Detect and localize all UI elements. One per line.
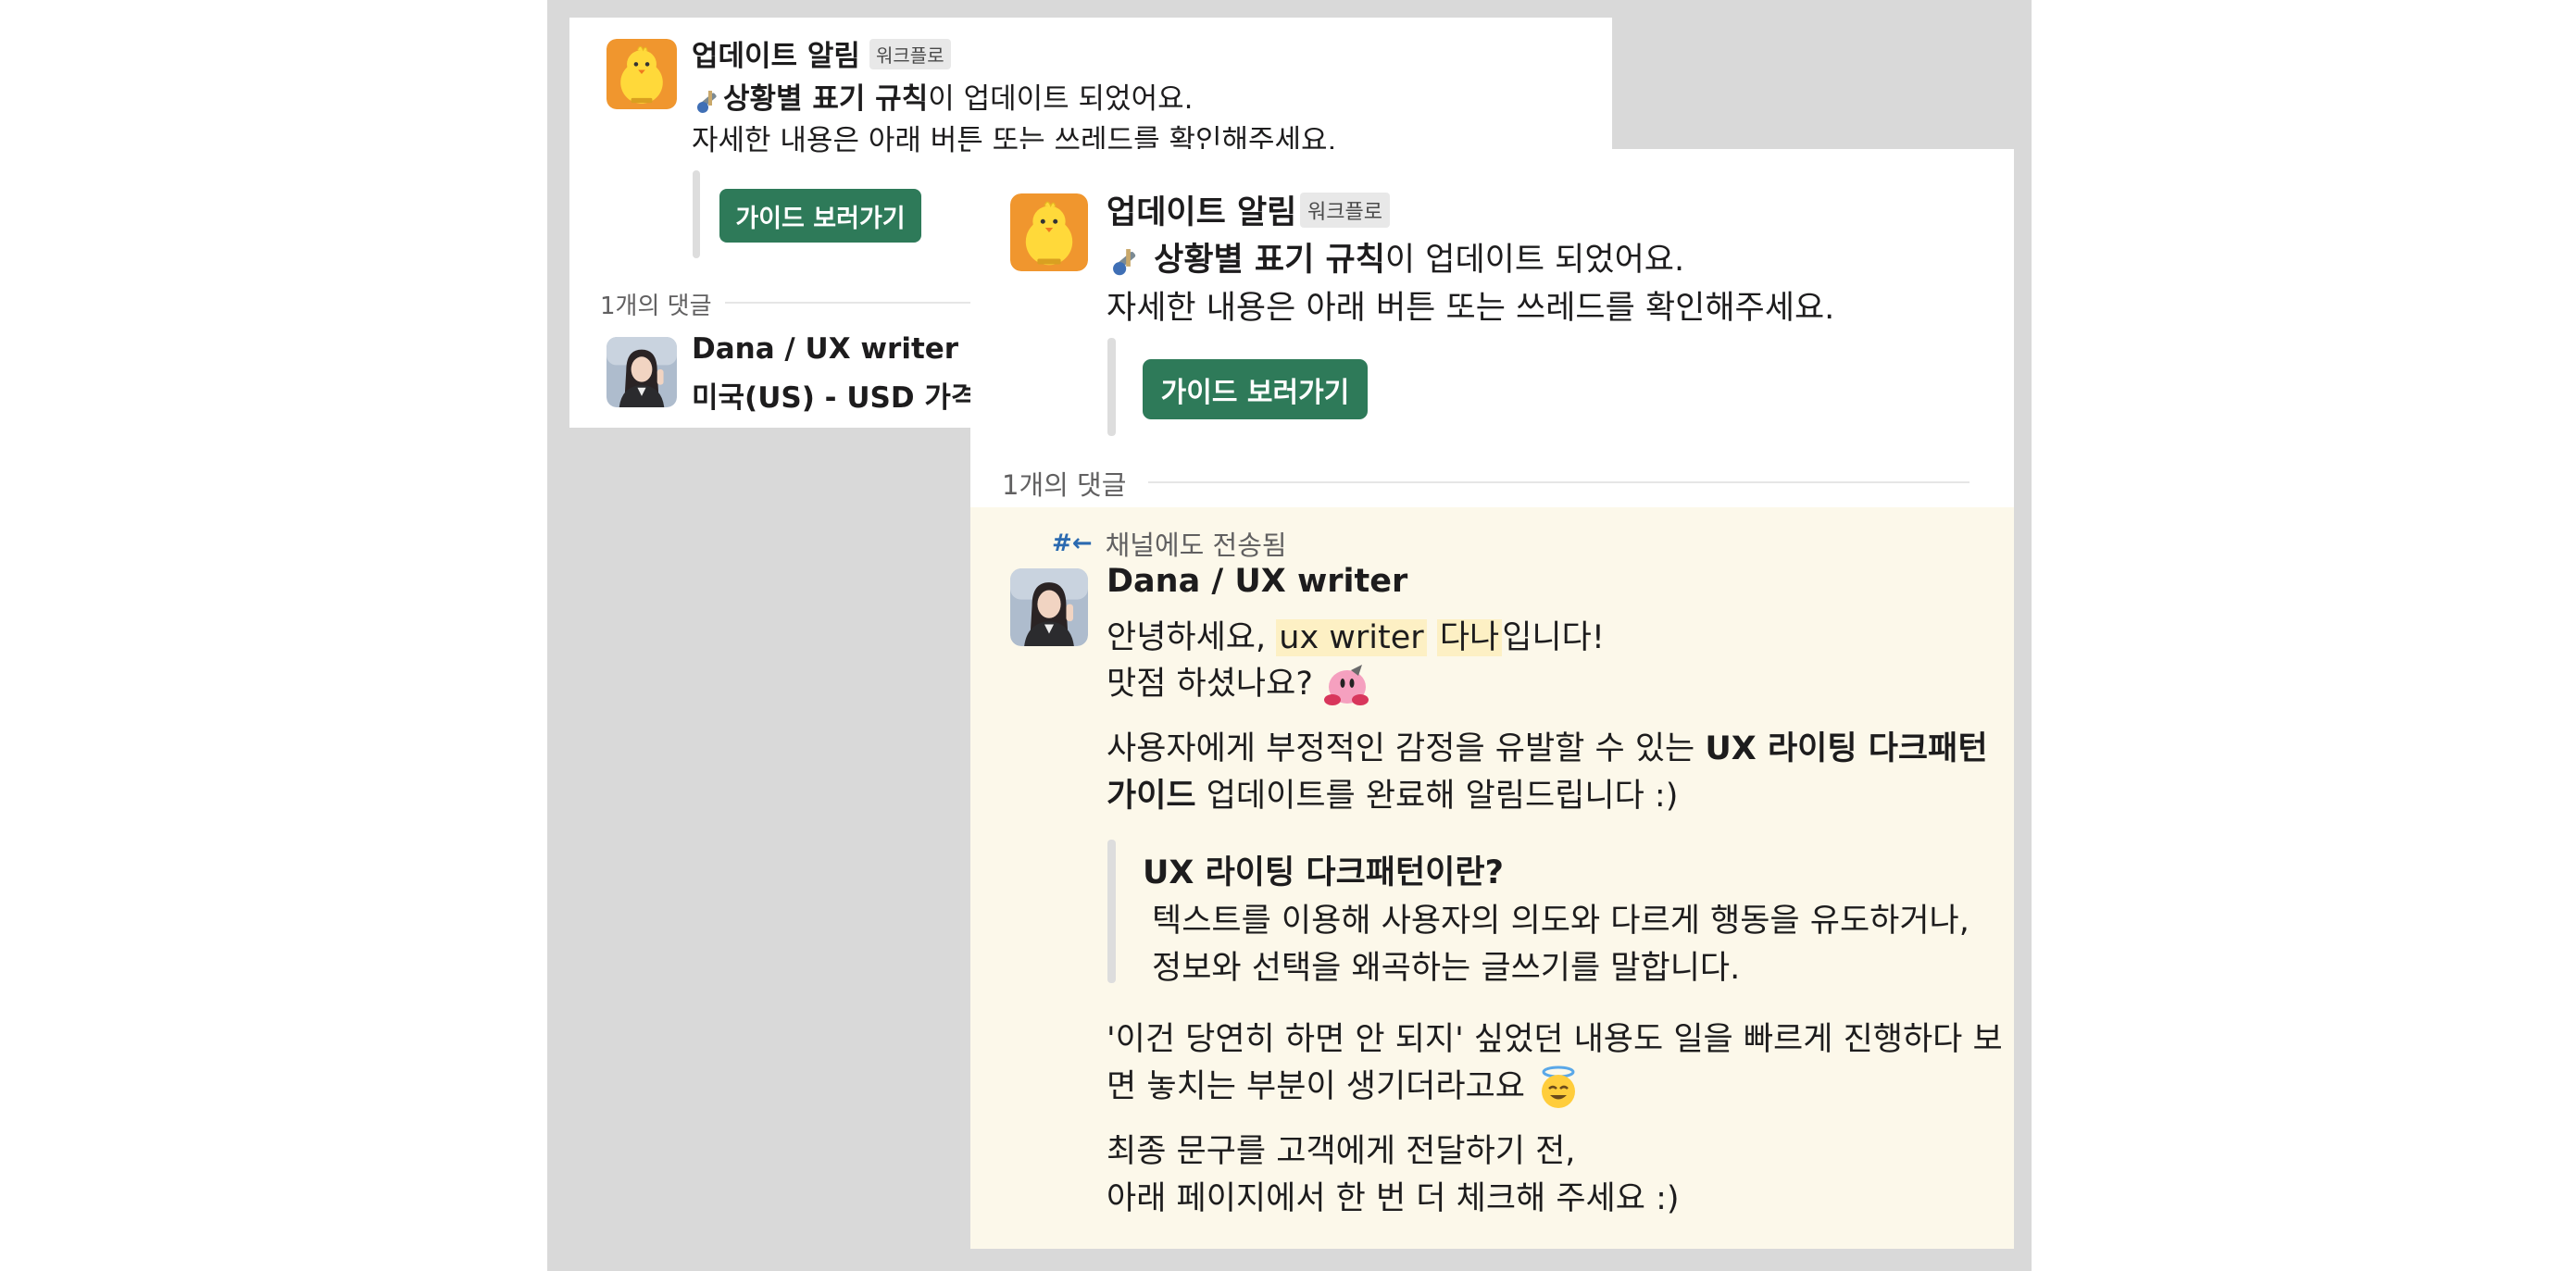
note-text: 면 놓치는 부분이 생기더라고요 (1107, 1068, 1525, 1105)
intro-bold: UX 라이팅 다크패턴 (1705, 730, 1988, 767)
message-line-1: 상황별 표기 규칙이 업데이트 되었어요. (1107, 233, 1684, 280)
greeting-end: 입니다! (1502, 619, 1605, 656)
closing-line-1: 최종 문구를 고객에게 전달하기 전, (1107, 1133, 1576, 1170)
workflow-tag: 워크플로 (869, 39, 951, 69)
intro-text-2: 업데이트를 완료해 알림드립니다 :) (1195, 778, 1679, 815)
quote-line-2: 정보와 선택을 왜곡하는 글쓰기를 말합니다. (1152, 950, 1741, 987)
sent-to-channel-label: 채널에도 전송됨 (1105, 530, 1287, 561)
reply-author[interactable]: Dana / UX writer (1107, 563, 1407, 600)
quote-title: UX 라이팅 다크패턴이란? (1143, 854, 1504, 891)
reply-preview: 미국(US) - USD 가격 표 (692, 381, 1014, 415)
smiling-halo-icon (1542, 1065, 1576, 1108)
intro-paragraph-line-1: 사용자에게 부정적인 감정을 유발할 수 있는 UX 라이팅 다크패턴 (1107, 722, 1988, 769)
ruler-tools-icon (1113, 249, 1136, 276)
bot-avatar-icon[interactable] (606, 39, 677, 109)
ruler-tools-icon (697, 90, 717, 113)
rule-title: 상황별 표기 규칙 (1154, 242, 1385, 279)
attachment-bar (693, 170, 700, 258)
reply-count[interactable]: 1개의 댓글 (600, 287, 712, 321)
thread-reply: #← 채널에도 전송됨 Dana / UX writer 안녕하세요, ux w… (970, 507, 2014, 1249)
quote-bar (1107, 840, 1116, 983)
rule-title: 상황별 표기 규칙 (723, 82, 929, 116)
quote-line-1: 텍스트를 이용해 사용자의 의도와 다르게 행동을 유도하거나, (1152, 903, 1970, 940)
greeting-text: 안녕하세요, (1107, 619, 1277, 656)
workflow-tag: 워크플로 (1300, 193, 1390, 228)
intro-text: 사용자에게 부정적인 감정을 유발할 수 있는 (1107, 730, 1706, 767)
sender-name[interactable]: 업데이트 알림 (692, 32, 860, 74)
greeting-line: 안녕하세요, ux writer 다나입니다! (1107, 611, 1605, 658)
sender-name[interactable]: 업데이트 알림 (1107, 186, 1296, 233)
note-line-2: 면 놓치는 부분이 생기더라고요 (1107, 1060, 1582, 1111)
reply-author[interactable]: Dana / UX writer (692, 332, 958, 366)
screenshot-stage: 업데이트 알림 워크플로 상황별 표기 규칙이 업데이트 되었어요. 자세한 내… (547, 0, 2032, 1271)
kirby-icon (1324, 665, 1369, 705)
guide-button[interactable]: 가이드 보러가기 (719, 189, 921, 243)
reply-count[interactable]: 1개의 댓글 (1002, 464, 1126, 503)
sent-to-channel-row[interactable]: #← 채널에도 전송됨 (1052, 524, 1287, 563)
closing-line-2: 아래 페이지에서 한 번 더 체크해 주세요 :) (1107, 1180, 1680, 1217)
message-text: 이 업데이트 되었어요. (1384, 242, 1685, 279)
intro-bold-2: 가이드 (1107, 778, 1196, 815)
message-line-1: 상황별 표기 규칙이 업데이트 되었어요. (692, 75, 1193, 117)
highlight-dana: 다나 (1436, 619, 1503, 656)
user-avatar-icon[interactable] (606, 337, 677, 407)
lunch-text: 맛점 하셨나요? (1107, 666, 1313, 703)
user-avatar-icon[interactable] (1010, 568, 1088, 646)
highlight-ux-writer: ux writer (1276, 619, 1427, 656)
divider (1148, 481, 1970, 483)
guide-button[interactable]: 가이드 보러가기 (1143, 359, 1368, 419)
channel-hash-icon: #← (1052, 530, 1093, 557)
message-text: 이 업데이트 되었어요. (928, 82, 1194, 116)
intro-paragraph-line-2: 가이드 업데이트를 완료해 알림드립니다 :) (1107, 769, 1678, 816)
attachment-bar (1107, 338, 1116, 436)
front-message-card: 업데이트 알림 워크플로 상황별 표기 규칙이 업데이트 되었어요. 자세한 내… (970, 149, 2014, 1249)
lunch-line: 맛점 하셨나요? (1107, 657, 1371, 707)
message-line-2: 자세한 내용은 아래 버튼 또는 쓰레드를 확인해주세요. (1107, 290, 1835, 327)
note-line-1: '이건 당연히 하면 안 되지' 싶었던 내용도 일을 빠르게 진행하다 보 (1107, 1021, 2003, 1058)
bot-avatar-icon[interactable] (1010, 193, 1088, 271)
